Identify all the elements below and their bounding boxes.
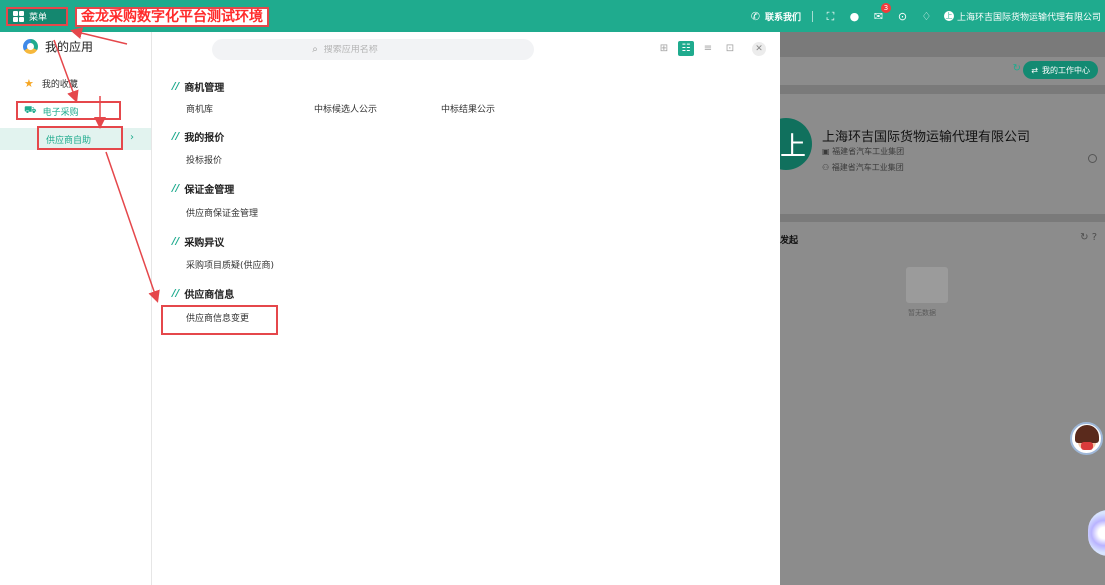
panel-title: 我的应用	[23, 38, 93, 55]
star-icon: ★	[24, 76, 34, 90]
document-icon: ▣	[822, 147, 833, 156]
slash-icon: //	[172, 131, 180, 142]
app-link-deposit-management[interactable]: 供应商保证金管理	[186, 206, 258, 219]
group-title-label: 保证金管理	[184, 185, 235, 196]
grid-view-icon[interactable]: ⊞	[656, 41, 672, 56]
group-title-objection: // 采购异议	[172, 234, 224, 249]
user-company: 上海环吉国际货物运输代理有限公司	[956, 12, 1101, 23]
work-center-label: 我的工作中心	[1042, 65, 1090, 75]
grid-menu-icon	[13, 11, 24, 22]
slash-icon: //	[172, 288, 180, 299]
sidebar-item-ecommerce[interactable]: ⛟ 电子采购	[0, 101, 151, 120]
dashboard-toolbar: ↻ ⇄ 我的工作中心	[780, 57, 1105, 85]
company-group-1: ▣ 福建省汽车工业集团	[822, 146, 904, 157]
contact-us-link[interactable]: ✆ 联系我们	[749, 10, 801, 23]
view-toggle-group: ⊞ ☷ ≡ ⊡ ✕	[656, 41, 766, 56]
group-title-quotation: // 我的报价	[172, 129, 224, 144]
refresh-icon[interactable]: ↻	[1013, 63, 1021, 74]
app-link-procurement-question[interactable]: 采购项目质疑(供应商)	[186, 258, 274, 271]
company-group-1-label: 福建省汽车工业集团	[832, 147, 905, 156]
check-circle-icon[interactable]: ⊙	[896, 10, 909, 23]
user-account[interactable]: 上 上海环吉国际货物运输代理有限公司	[943, 10, 1101, 23]
org-icon: ⚇	[822, 163, 832, 172]
app-link-bid-quote[interactable]: 投标报价	[186, 153, 222, 166]
top-right-toolbar: ✆ 联系我们 ⛶ ● ✉ 3 ⊙ ♢ 上 上海环吉国际货物运输代理有限公司	[749, 0, 1101, 32]
close-icon[interactable]: ✕	[752, 41, 766, 56]
search-icon: ⌕	[312, 44, 318, 55]
menu-button-label: 菜单	[29, 13, 48, 23]
empty-state-icon	[906, 267, 948, 303]
app-title: 金龙采购数字化平台测试环境	[75, 7, 269, 27]
company-group-2: ⚇ 福建省汽车工业集团	[822, 162, 904, 173]
mail-icon[interactable]: ✉ 3	[872, 2, 891, 23]
phone-icon: ✆	[750, 9, 761, 23]
group-title-label: 采购异议	[184, 238, 225, 249]
empty-state-text: 暂无数据	[908, 309, 936, 317]
launch-tools: ↻ ?	[1080, 232, 1097, 243]
collapse-icon[interactable]: ⊡	[722, 41, 738, 56]
slash-icon: //	[172, 183, 180, 194]
company-group-2-label: 福建省汽车工业集团	[831, 163, 904, 172]
group-title-label: 商机管理	[184, 83, 225, 94]
group-title-supplier-info: // 供应商信息	[172, 286, 234, 301]
group-title-label: 供应商信息	[184, 290, 235, 301]
reload-icon[interactable]: ↻	[1080, 232, 1088, 243]
toolbar-divider	[811, 10, 813, 22]
theme-icon[interactable]: ●	[848, 10, 861, 23]
app-logo-icon	[23, 39, 38, 54]
user-avatar-icon: 上	[943, 11, 954, 21]
work-center-button[interactable]: ⇄ 我的工作中心	[1023, 61, 1098, 79]
app-search[interactable]: ⌕	[212, 39, 534, 60]
dashboard-background: ↻ ⇄ 我的工作中心 上 上海环吉国际货物运输代理有限公司 ▣ 福建省汽车工业集…	[760, 32, 1105, 585]
help-icon[interactable]: ?	[1092, 232, 1097, 243]
slash-icon: //	[172, 81, 180, 92]
contact-us-label: 联系我们	[764, 12, 801, 23]
slash-icon: //	[172, 236, 180, 247]
annotation-box	[16, 101, 121, 120]
app-link-result-notice[interactable]: 中标结果公示	[441, 102, 495, 115]
group-title-opportunity: // 商机管理	[172, 79, 224, 94]
chevron-right-icon: ›	[130, 132, 134, 143]
list-view-icon[interactable]: ≡	[700, 41, 716, 56]
annotation-box	[161, 305, 278, 335]
group-title-label: 我的报价	[184, 133, 225, 144]
sidebar-item-favorites[interactable]: ★ 我的收藏	[0, 74, 151, 92]
company-name: 上海环吉国际货物运输代理有限公司	[822, 130, 1031, 145]
fullscreen-icon[interactable]: ⛶	[824, 10, 837, 23]
company-card: 上 上海环吉国际货物运输代理有限公司 ▣ 福建省汽车工业集团 ⚇ 福建省汽车工业…	[760, 94, 1105, 214]
app-link-candidate-notice[interactable]: 中标候选人公示	[314, 102, 377, 115]
app-menu-sidebar: 我的应用 ★ 我的收藏 ⛟ 电子采购 供应商自助 ›	[0, 32, 152, 585]
sidebar-item-supplier-self[interactable]: 供应商自助 ›	[0, 126, 151, 150]
settings-icon[interactable]	[1088, 154, 1097, 163]
switch-icon: ⇄	[1031, 65, 1038, 75]
menu-button[interactable]: 菜单	[6, 7, 68, 26]
group-title-deposit: // 保证金管理	[172, 181, 234, 196]
panel-title-label: 我的应用	[45, 40, 94, 54]
search-input[interactable]	[323, 44, 434, 55]
top-bar: 菜单 金龙采购数字化平台测试环境 ✆ 联系我们 ⛶ ● ✉ 3 ⊙ ♢ 上 上海…	[0, 0, 1105, 32]
mail-badge: 3	[880, 2, 891, 13]
assistant-face-icon	[1074, 424, 1099, 450]
launch-card: 发起 ↻ ? 暂无数据	[780, 222, 1105, 585]
assistant-avatar[interactable]	[1070, 422, 1103, 455]
bulb-icon[interactable]: ♢	[920, 10, 933, 23]
tree-view-icon[interactable]: ☷	[678, 41, 694, 56]
sidebar-item-label: 我的收藏	[41, 79, 78, 90]
app-menu-panel: 我的应用 ★ 我的收藏 ⛟ 电子采购 供应商自助 › ⌕ ⊞ ☷ ≡ ⊡ ✕ /…	[0, 32, 780, 585]
app-link-opportunity-library[interactable]: 商机库	[186, 102, 213, 115]
annotation-box	[37, 126, 123, 150]
launch-title: 发起	[780, 236, 799, 246]
